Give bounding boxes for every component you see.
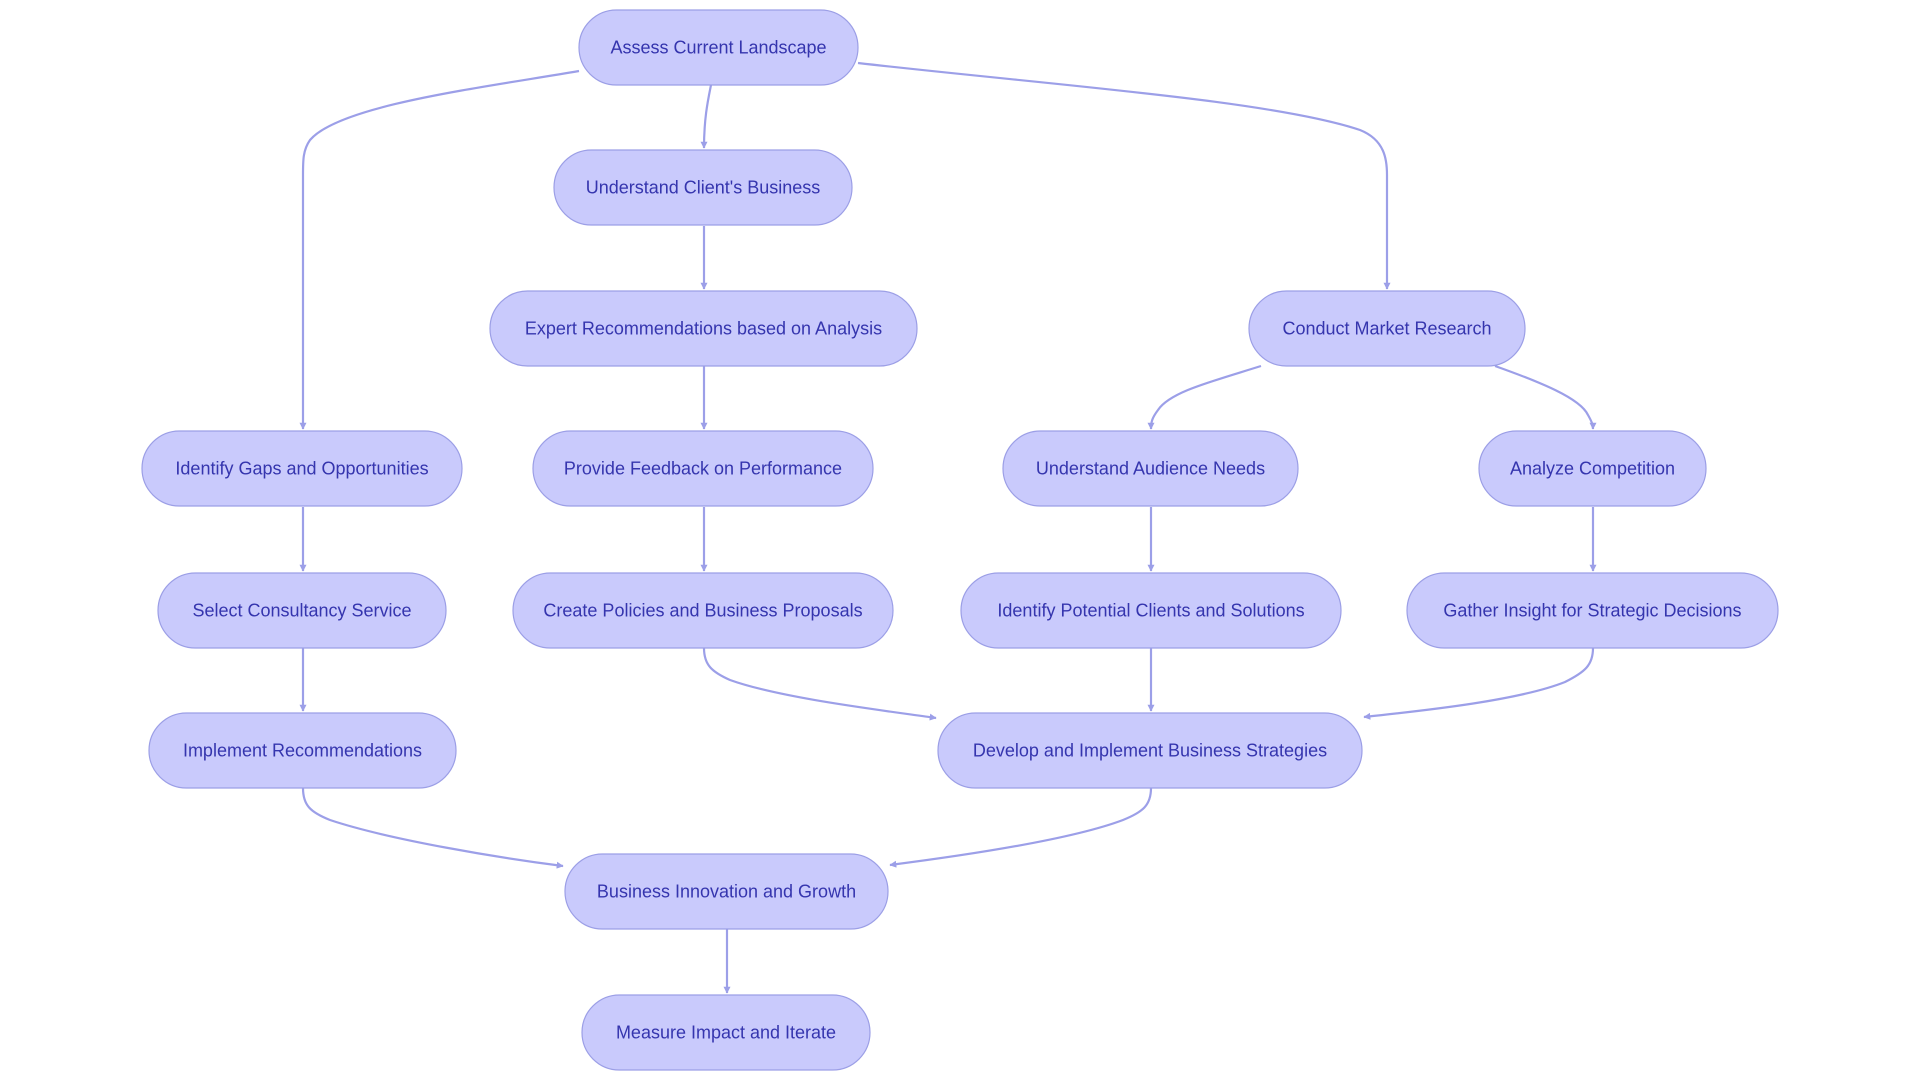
node-client[interactable]: Understand Client's Business <box>553 149 853 226</box>
node-label: Develop and Implement Business Strategie… <box>973 741 1327 761</box>
node-growth[interactable]: Business Innovation and Growth <box>564 853 889 930</box>
edge-policies-develop <box>702 647 937 721</box>
node-measure[interactable]: Measure Impact and Iterate <box>581 994 871 1071</box>
node-label: Gather Insight for Strategic Decisions <box>1443 601 1741 621</box>
edge-assess-client <box>700 84 713 149</box>
edge-implement-growth <box>301 787 564 869</box>
node-feedback[interactable]: Provide Feedback on Performance <box>532 430 874 507</box>
flowchart-diagram: Assess Current Landscape Understand Clien… <box>141 9 1779 1071</box>
node-market[interactable]: Conduct Market Research <box>1248 290 1526 367</box>
node-develop[interactable]: Develop and Implement Business Strategie… <box>937 712 1363 789</box>
node-label: Measure Impact and Iterate <box>616 1023 836 1043</box>
node-label: Understand Client's Business <box>586 178 821 198</box>
edge-assess-gaps <box>299 69 580 430</box>
edge-assess-market <box>857 61 1391 290</box>
node-assess[interactable]: Assess Current Landscape <box>578 9 859 86</box>
node-label: Expert Recommendations based on Analysis <box>525 319 882 339</box>
edge-develop-growth <box>889 787 1153 868</box>
node-label: Identify Potential Clients and Solutions <box>997 601 1304 621</box>
node-expert[interactable]: Expert Recommendations based on Analysis <box>489 290 918 367</box>
node-audience[interactable]: Understand Audience Needs <box>1002 430 1299 507</box>
node-label: Identify Gaps and Opportunities <box>175 459 428 479</box>
node-implement[interactable]: Implement Recommendations <box>148 712 457 789</box>
node-competition[interactable]: Analyze Competition <box>1478 430 1707 507</box>
node-label: Create Policies and Business Proposals <box>543 601 862 621</box>
node-label: Analyze Competition <box>1510 459 1675 479</box>
node-insight[interactable]: Gather Insight for Strategic Decisions <box>1406 572 1779 649</box>
node-label: Understand Audience Needs <box>1036 459 1265 479</box>
node-label: Select Consultancy Service <box>192 601 411 621</box>
node-select[interactable]: Select Consultancy Service <box>157 572 447 649</box>
node-potential[interactable]: Identify Potential Clients and Solutions <box>960 572 1342 649</box>
node-label: Implement Recommendations <box>183 741 422 761</box>
edge-market-audience <box>1147 364 1262 430</box>
node-policies[interactable]: Create Policies and Business Proposals <box>512 572 894 649</box>
node-label: Conduct Market Research <box>1282 319 1491 339</box>
edge-market-competition <box>1494 364 1597 430</box>
edge-insight-develop <box>1363 647 1595 720</box>
node-label: Assess Current Landscape <box>610 38 826 58</box>
node-label: Provide Feedback on Performance <box>564 459 842 479</box>
node-label: Business Innovation and Growth <box>597 882 856 902</box>
node-gaps[interactable]: Identify Gaps and Opportunities <box>141 430 463 507</box>
